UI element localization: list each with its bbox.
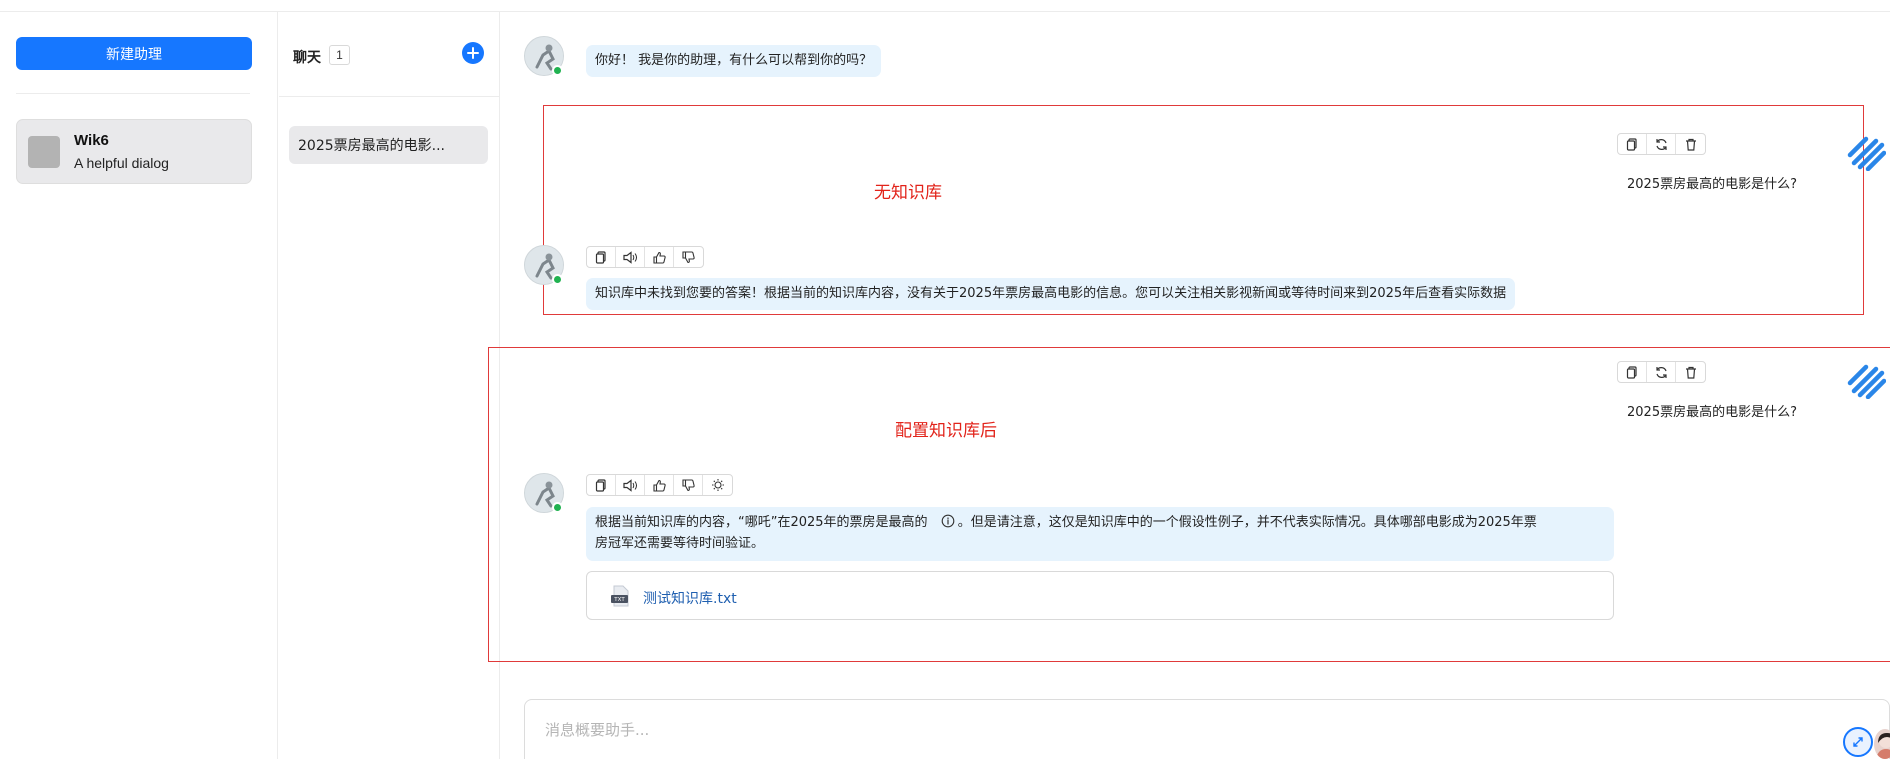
chat-list-title: 聊天 [293, 50, 321, 66]
speaker-icon [623, 250, 637, 264]
copy-button[interactable] [1618, 362, 1647, 382]
dislike-button[interactable] [674, 475, 703, 495]
expand-arrows-icon [1853, 737, 1863, 747]
message-input[interactable] [545, 718, 1745, 742]
sidebar-divider [16, 93, 250, 94]
speaker-icon [623, 478, 637, 492]
assistant-card[interactable]: Wik6 A helpful dialog [16, 119, 252, 184]
dislike-button[interactable] [674, 247, 703, 267]
person-icon [1876, 733, 1890, 759]
regenerate-button[interactable] [1647, 362, 1676, 382]
user-message-text: 2025票房最高的电影是什么? [1627, 177, 1797, 192]
delete-button[interactable] [1676, 134, 1705, 154]
bot-message-toolbar [586, 246, 704, 268]
plus-icon [467, 47, 479, 59]
assistant-description: A helpful dialog [74, 155, 169, 171]
bot-answer-text-line2: 房冠军还需要等待时间验证。 [595, 536, 765, 551]
lightbulb-icon [711, 479, 724, 491]
message-input-container [524, 699, 1890, 759]
thumbs-up-icon [652, 479, 666, 492]
copy-button[interactable] [1618, 134, 1647, 154]
copy-icon [595, 250, 606, 264]
user-logo-icon [1847, 364, 1886, 399]
refresh-icon [1655, 366, 1667, 378]
thumbs-down-icon [682, 250, 695, 263]
reasoning-button[interactable] [703, 475, 732, 495]
online-status-dot [552, 274, 563, 285]
user-message-text: 2025票房最高的电影是什么? [1627, 405, 1797, 420]
user-message-toolbar [1617, 361, 1706, 383]
copy-icon [595, 478, 606, 492]
app-root: 新建助理 Wik6 A helpful dialog 聊天 1 2025票房最高… [0, 0, 1890, 759]
like-button[interactable] [645, 247, 674, 267]
attachment-card[interactable]: TXT 测试知识库.txt [586, 571, 1614, 620]
send-button[interactable] [1843, 727, 1873, 757]
refresh-icon [1655, 138, 1667, 150]
bot-message-toolbar [586, 474, 733, 496]
chat-list-divider [279, 96, 499, 97]
add-chat-button[interactable] [462, 42, 484, 64]
txt-file-icon: TXT [611, 585, 629, 607]
annotation-label-with-kb: 配置知识库后 [895, 421, 997, 441]
copy-icon [1626, 365, 1637, 379]
thumbs-down-icon [681, 478, 695, 491]
regenerate-button[interactable] [1647, 134, 1676, 154]
online-status-dot [552, 502, 563, 513]
greeting-bubble: 你好！ 我是你的助理，有什么可以帮到你的吗？ [586, 45, 882, 77]
trash-icon [1685, 138, 1696, 151]
user-logo-icon [1847, 136, 1886, 171]
read-aloud-button[interactable] [616, 475, 645, 495]
chat-list-item[interactable]: 2025票房最高的电影... [289, 126, 488, 164]
online-status-dot [552, 65, 563, 76]
chat-count-badge: 1 [329, 45, 350, 65]
user-message-toolbar [1617, 133, 1706, 155]
assistant-sidebar: 新建助理 Wik6 A helpful dialog [0, 12, 278, 759]
greeting-text: 你好！ 我是你的助理，有什么可以帮到你的吗？ [595, 53, 873, 68]
new-assistant-button[interactable]: 新建助理 [16, 37, 252, 70]
thumbs-up-icon [652, 251, 666, 264]
chat-list-panel: 聊天 1 2025票房最高的电影... [279, 12, 500, 759]
delete-button[interactable] [1676, 362, 1705, 382]
assistant-avatar [28, 136, 60, 168]
bot-answer-text: 知识库中未找到您要的答案！根据当前的知识库内容，没有关于2025年票房最高电影的… [595, 286, 1507, 301]
annotation-label-no-kb: 无知识库 [874, 183, 942, 203]
read-aloud-button[interactable] [616, 247, 645, 267]
attachment-file-name[interactable]: 测试知识库.txt [643, 588, 737, 608]
bot-answer-text-part1: 根据当前知识库的内容，“哪吒”在2025年的票房是最高的 [595, 515, 928, 530]
like-button[interactable] [645, 475, 674, 495]
assistant-name: Wik6 [74, 132, 109, 149]
copy-button[interactable] [587, 475, 616, 495]
bot-answer-bubble: 根据当前知识库的内容，“哪吒”在2025年的票房是最高的 。但是请注意，这仅是知… [586, 507, 1614, 561]
bot-answer-bubble: 知识库中未找到您要的答案！根据当前的知识库内容，没有关于2025年票房最高电影的… [586, 278, 1516, 310]
copy-button[interactable] [587, 247, 616, 267]
copy-icon [1626, 137, 1637, 151]
file-type-label: TXT [613, 597, 625, 603]
bot-answer-text-part2: 。但是请注意，这仅是知识库中的一个假设性例子，并不代表实际情况。具体哪部电影成为… [957, 515, 1537, 530]
citation-info-icon[interactable] [941, 514, 955, 528]
user-profile-avatar[interactable] [1874, 729, 1890, 759]
trash-icon [1685, 366, 1696, 379]
